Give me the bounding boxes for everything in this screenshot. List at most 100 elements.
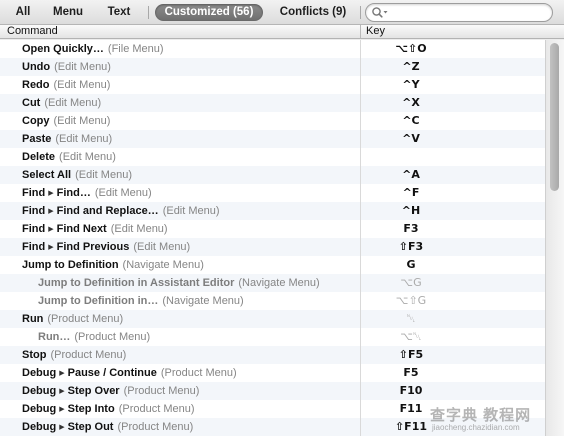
key-binding-cell[interactable]: F3 bbox=[361, 220, 461, 238]
menu-location: (Navigate Menu) bbox=[238, 277, 320, 289]
menu-location: (Navigate Menu) bbox=[122, 259, 204, 271]
table-row[interactable]: Cut (Edit Menu) ^X bbox=[0, 94, 545, 112]
key-binding-cell[interactable]: G bbox=[361, 256, 461, 274]
command-name: Jump to Definition in… bbox=[38, 295, 159, 307]
menu-location: (Edit Menu) bbox=[75, 169, 132, 181]
filter-customized-button[interactable]: Customized (56) bbox=[155, 4, 263, 21]
command-cell: Find ▶ Find Next (Edit Menu) bbox=[22, 220, 168, 238]
menu-location: (Product Menu) bbox=[160, 367, 237, 379]
filter-all-button[interactable]: All bbox=[9, 4, 37, 21]
key-binding-cell[interactable]: ^Z bbox=[361, 58, 461, 76]
command-cell: Find ▶ Find and Replace… (Edit Menu) bbox=[22, 202, 220, 220]
menu-location: (Edit Menu) bbox=[110, 223, 168, 235]
menu-location: (Edit Menu) bbox=[53, 115, 111, 127]
command-cell: Jump to Definition (Navigate Menu) bbox=[22, 256, 204, 274]
menu-location: (Product Menu) bbox=[118, 403, 195, 415]
command-cell: Select All (Edit Menu) bbox=[22, 166, 132, 184]
key-binding-cell[interactable]: ^V bbox=[361, 130, 461, 148]
submenu-command-name: Find Next bbox=[56, 223, 107, 235]
table-row[interactable]: Redo (Edit Menu) ^Y bbox=[0, 76, 545, 94]
key-binding-cell[interactable]: ⇧F3 bbox=[361, 238, 461, 256]
table-row[interactable]: Jump to Definition in… (Navigate Menu) ⌥⇧G bbox=[0, 292, 545, 310]
command-name: Debug bbox=[22, 385, 57, 397]
menu-location: (Edit Menu) bbox=[55, 133, 113, 145]
menu-location: (Edit Menu) bbox=[44, 97, 102, 109]
menu-location: (Product Menu) bbox=[47, 313, 124, 325]
menu-location: (Edit Menu) bbox=[162, 205, 220, 217]
menu-location: (Edit Menu) bbox=[59, 151, 116, 163]
vertical-scrollbar[interactable] bbox=[545, 40, 564, 436]
key-binding-cell[interactable]: ⌥␀ bbox=[361, 328, 461, 346]
submenu-arrow-icon: ▶ bbox=[48, 190, 54, 197]
column-header-key[interactable]: Key bbox=[366, 25, 385, 38]
command-cell: Cut (Edit Menu) bbox=[22, 94, 101, 112]
key-binding-cell[interactable] bbox=[361, 148, 461, 166]
key-binding-cell[interactable]: ^H bbox=[361, 202, 461, 220]
key-binding-cell[interactable]: ^F bbox=[361, 184, 461, 202]
table-row[interactable]: Find ▶ Find Previous (Edit Menu) ⇧F3 bbox=[0, 238, 545, 256]
key-binding-cell[interactable]: ␀ bbox=[361, 310, 461, 328]
command-name: Jump to Definition in Assistant Editor bbox=[38, 277, 235, 289]
filter-text-button[interactable]: Text bbox=[100, 4, 138, 21]
column-divider[interactable] bbox=[360, 25, 361, 38]
key-binding-cell[interactable]: ^X bbox=[361, 94, 461, 112]
table-row[interactable]: Undo (Edit Menu) ^Z bbox=[0, 58, 545, 76]
command-cell: Open Quickly… (File Menu) bbox=[22, 40, 164, 58]
command-cell: Find ▶ Find… (Edit Menu) bbox=[22, 184, 152, 202]
table-row[interactable]: Run… (Product Menu) ⌥␀ bbox=[0, 328, 545, 346]
table-header: Command Key bbox=[0, 25, 564, 39]
column-separator bbox=[360, 40, 361, 436]
table-row[interactable]: Paste (Edit Menu) ^V bbox=[0, 130, 545, 148]
command-name: Delete bbox=[22, 151, 56, 163]
menu-location: (Edit Menu) bbox=[54, 61, 111, 73]
submenu-arrow-icon: ▶ bbox=[48, 226, 54, 233]
submenu-command-name: Step Over bbox=[67, 385, 120, 397]
table-row[interactable]: Jump to Definition (Navigate Menu) G bbox=[0, 256, 545, 274]
table-row[interactable]: Select All (Edit Menu) ^A bbox=[0, 166, 545, 184]
search-icon[interactable] bbox=[371, 6, 389, 19]
menu-location: (Navigate Menu) bbox=[162, 295, 244, 307]
table-row[interactable]: Debug ▶ Pause / Continue (Product Menu) F5 bbox=[0, 364, 545, 382]
key-binding-cell[interactable]: ⇧F5 bbox=[361, 346, 461, 364]
column-header-command[interactable]: Command bbox=[7, 25, 58, 38]
command-cell: Jump to Definition in… (Navigate Menu) bbox=[38, 292, 244, 310]
command-name: Copy bbox=[22, 115, 50, 127]
submenu-command-name: Step Out bbox=[67, 421, 114, 433]
submenu-command-name: Find and Replace… bbox=[56, 205, 159, 217]
search-field[interactable] bbox=[365, 3, 553, 22]
command-name: Undo bbox=[22, 61, 51, 73]
key-bindings-table: Open Quickly… (File Menu) ⌥⇧O Undo (Edit Men… bbox=[0, 40, 545, 436]
table-row[interactable]: Run (Product Menu) ␀ bbox=[0, 310, 545, 328]
table-row[interactable]: Find ▶ Find… (Edit Menu) ^F bbox=[0, 184, 545, 202]
table-row[interactable]: Open Quickly… (File Menu) ⌥⇧O bbox=[0, 40, 545, 58]
submenu-arrow-icon: ▶ bbox=[48, 244, 54, 251]
table-row[interactable]: Find ▶ Find and Replace… (Edit Menu) ^H bbox=[0, 202, 545, 220]
key-binding-cell[interactable]: ⌥⇧O bbox=[361, 40, 461, 58]
key-binding-cell[interactable]: ^A bbox=[361, 166, 461, 184]
key-binding-cell[interactable]: ⌥⇧G bbox=[361, 292, 461, 310]
table-row[interactable]: Stop (Product Menu) ⇧F5 bbox=[0, 346, 545, 364]
submenu-arrow-icon: ▶ bbox=[59, 370, 65, 377]
command-cell: Paste (Edit Menu) bbox=[22, 130, 112, 148]
table-row[interactable]: Jump to Definition in Assistant Editor (N… bbox=[0, 274, 545, 292]
scrollbar-thumb[interactable] bbox=[550, 43, 559, 191]
key-binding-cell[interactable]: F10 bbox=[361, 382, 461, 400]
watermark-text: 查字典 教程网 bbox=[430, 407, 532, 424]
menu-location: (Edit Menu) bbox=[133, 241, 191, 253]
table-row[interactable]: Delete (Edit Menu) bbox=[0, 148, 545, 166]
key-binding-cell[interactable]: ^Y bbox=[361, 76, 461, 94]
filter-menu-button[interactable]: Menu bbox=[48, 4, 88, 21]
command-cell: Debug ▶ Pause / Continue (Product Menu) bbox=[22, 364, 237, 382]
table-row[interactable]: Copy (Edit Menu) ^C bbox=[0, 112, 545, 130]
key-binding-cell[interactable]: ⌥G bbox=[361, 274, 461, 292]
table-row[interactable]: Find ▶ Find Next (Edit Menu) F3 bbox=[0, 220, 545, 238]
submenu-arrow-icon: ▶ bbox=[48, 208, 54, 215]
command-name: Debug bbox=[22, 403, 57, 415]
command-cell: Debug ▶ Step Into (Product Menu) bbox=[22, 400, 195, 418]
table-row[interactable]: Debug ▶ Step Over (Product Menu) F10 bbox=[0, 382, 545, 400]
menu-location: (File Menu) bbox=[107, 43, 164, 55]
key-binding-cell[interactable]: F5 bbox=[361, 364, 461, 382]
key-binding-cell[interactable]: ^C bbox=[361, 112, 461, 130]
command-cell: Debug ▶ Step Over (Product Menu) bbox=[22, 382, 199, 400]
filter-conflicts-button[interactable]: Conflicts (9) bbox=[270, 4, 356, 21]
